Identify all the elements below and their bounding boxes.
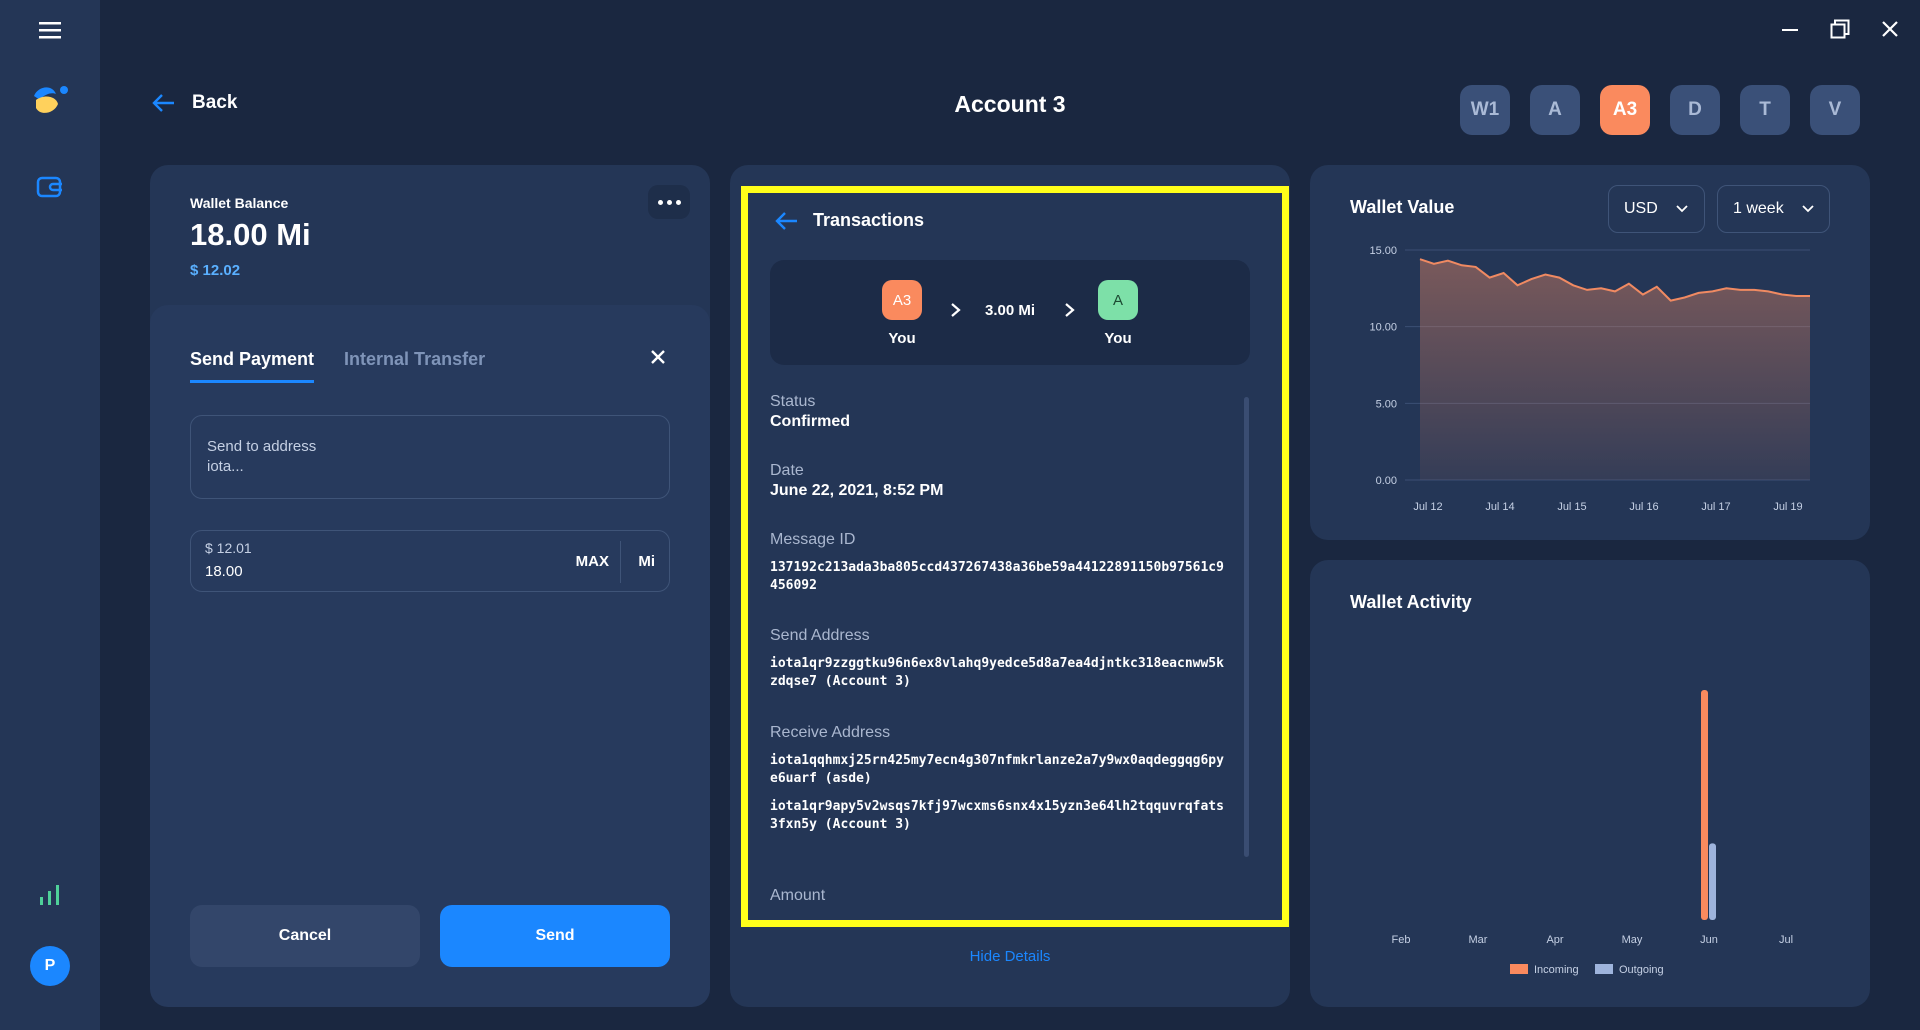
- account-tab-a3[interactable]: A3: [1600, 85, 1650, 135]
- y-tick-label: 10.00: [1369, 322, 1397, 334]
- x-tick-label: Jul: [1779, 934, 1793, 946]
- y-tick-label: 0.00: [1376, 475, 1397, 487]
- x-tick-label: May: [1622, 934, 1643, 946]
- arrow-left-icon: [152, 94, 174, 112]
- restore-icon[interactable]: [1830, 14, 1850, 44]
- y-tick-label: 5.00: [1376, 398, 1397, 410]
- menu-icon[interactable]: [0, 18, 100, 42]
- profile-avatar[interactable]: P: [0, 945, 100, 987]
- highlight-frame: [741, 186, 1289, 927]
- account-tab-w1[interactable]: W1: [1460, 85, 1510, 135]
- amount-fiat: $ 12.01: [205, 540, 252, 556]
- legend-swatch: [1510, 964, 1528, 974]
- cancel-button[interactable]: Cancel: [190, 905, 420, 967]
- window-controls: [1780, 14, 1900, 44]
- wallet-value-card: Wallet Value USD 1 week 15.00 10.00 5.00 0.…: [1310, 165, 1870, 540]
- account-tab-t[interactable]: T: [1740, 85, 1790, 135]
- back-button[interactable]: Back: [152, 92, 237, 114]
- x-tick-label: Jul 15: [1557, 501, 1586, 513]
- sidebar: P: [0, 0, 100, 1030]
- address-label: Send to address: [207, 438, 317, 455]
- legend-label: Outgoing: [1619, 964, 1664, 976]
- account-tab-v[interactable]: V: [1810, 85, 1860, 135]
- minimize-icon[interactable]: [1780, 14, 1800, 44]
- amount-value: 18.00: [205, 563, 243, 580]
- field-divider: [620, 541, 621, 583]
- avatar-initial: P: [30, 946, 70, 986]
- x-tick-label: Feb: [1392, 934, 1411, 946]
- max-button[interactable]: MAX: [576, 553, 609, 570]
- bar-incoming: [1701, 690, 1708, 920]
- legend-swatch: [1595, 964, 1613, 974]
- hide-details-link[interactable]: Hide Details: [730, 948, 1290, 965]
- back-label: Back: [192, 92, 238, 113]
- bar-outgoing: [1709, 843, 1716, 920]
- account-tab-d[interactable]: D: [1670, 85, 1720, 135]
- x-tick-label: Jun: [1700, 934, 1718, 946]
- send-button[interactable]: Send: [440, 905, 670, 967]
- account-switcher: W1 A A3 D T V: [1460, 85, 1860, 135]
- wallet-balance-label: Wallet Balance: [190, 195, 289, 211]
- account-tab-a[interactable]: A: [1530, 85, 1580, 135]
- x-tick-label: Jul 16: [1629, 501, 1658, 513]
- wallet-activity-chart: Feb Mar Apr May Jun Jul Incoming Outgoing: [1392, 690, 1793, 976]
- x-tick-label: Mar: [1469, 934, 1488, 946]
- wallet-icon[interactable]: [0, 170, 100, 204]
- wallet-value-chart: 15.00 10.00 5.00 0.00 Jul 12 Jul 14 Jul 15 Jul …: [1369, 245, 1810, 513]
- wallet-activity-card: Wallet Activity Feb Mar Apr May Jun Jul Incomi…: [1310, 560, 1870, 1007]
- tab-internal-transfer[interactable]: Internal Transfer: [344, 349, 485, 383]
- wallet-balance-amount: 18.00 Mi: [190, 217, 311, 252]
- more-options-button[interactable]: [648, 185, 690, 219]
- address-placeholder: iota...: [207, 458, 244, 475]
- x-tick-label: Jul 19: [1773, 501, 1802, 513]
- activity-chart-icon[interactable]: [0, 880, 100, 910]
- x-tick-label: Jul 12: [1413, 501, 1442, 513]
- close-icon[interactable]: [1880, 14, 1900, 44]
- unit-selector[interactable]: Mi: [638, 553, 655, 570]
- page-title: Account 3: [954, 91, 1066, 117]
- legend-label: Incoming: [1534, 964, 1579, 976]
- x-tick-label: Jul 17: [1701, 501, 1730, 513]
- logo-icon: [0, 80, 100, 120]
- x-tick-label: Jul 14: [1485, 501, 1514, 513]
- send-panel: Send Payment Internal Transfer Send to a…: [150, 305, 710, 1007]
- tab-send-payment[interactable]: Send Payment: [190, 349, 315, 383]
- wallet-balance-fiat: $ 12.02: [190, 262, 241, 279]
- x-tick-label: Apr: [1546, 934, 1563, 946]
- y-tick-label: 15.00: [1369, 245, 1397, 257]
- amount-field[interactable]: $ 12.01 18.00 MAX Mi: [190, 530, 670, 592]
- close-send-icon[interactable]: [650, 349, 666, 370]
- address-field[interactable]: Send to address iota...: [190, 415, 670, 499]
